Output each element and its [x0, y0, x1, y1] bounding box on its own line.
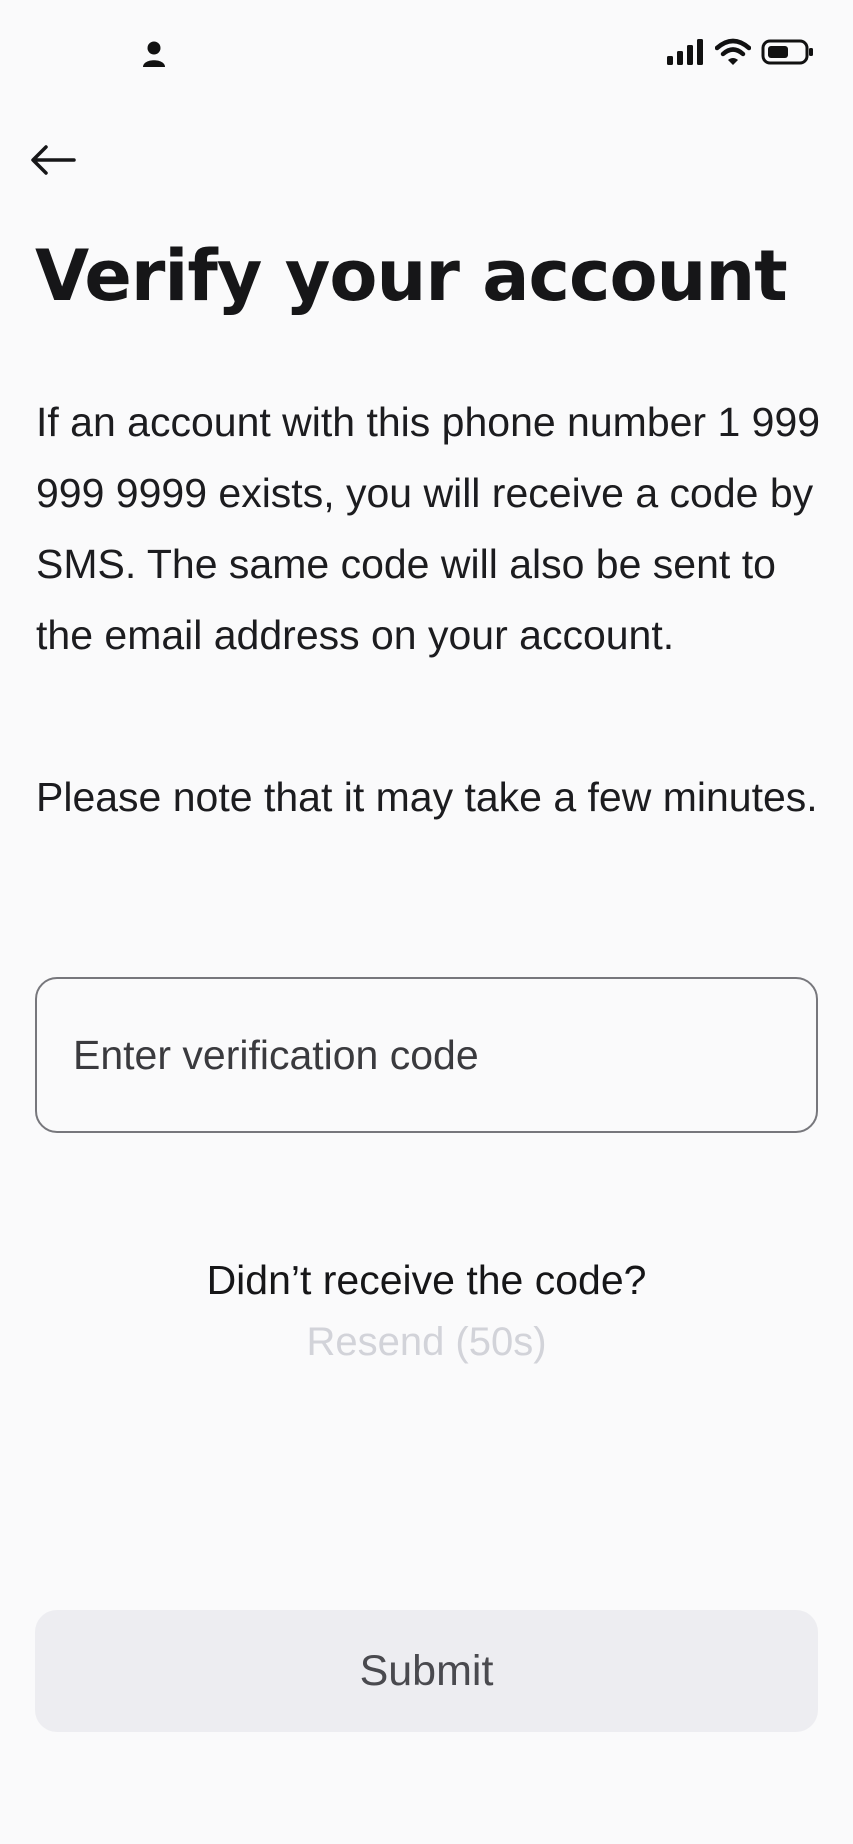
verification-code-field[interactable]	[35, 977, 818, 1133]
battery-icon	[761, 38, 815, 71]
page-title: Verify your account	[35, 235, 788, 317]
signal-bars-icon	[667, 39, 705, 70]
status-bar	[0, 0, 853, 110]
resend-link[interactable]: Resend (50s)	[0, 1315, 853, 1369]
submit-button[interactable]: Submit	[35, 1610, 818, 1732]
resend-prompt: Didn’t receive the code?	[206, 1257, 647, 1303]
verification-code-input[interactable]	[37, 979, 816, 1131]
back-button[interactable]	[28, 132, 98, 192]
arrow-left-icon	[28, 143, 78, 182]
wifi-icon	[714, 38, 752, 71]
description-text: If an account with this phone number 1 9…	[36, 399, 821, 658]
person-icon	[141, 40, 167, 68]
status-icons	[667, 38, 815, 71]
note-text: Please note that it may take a few minut…	[36, 774, 818, 820]
